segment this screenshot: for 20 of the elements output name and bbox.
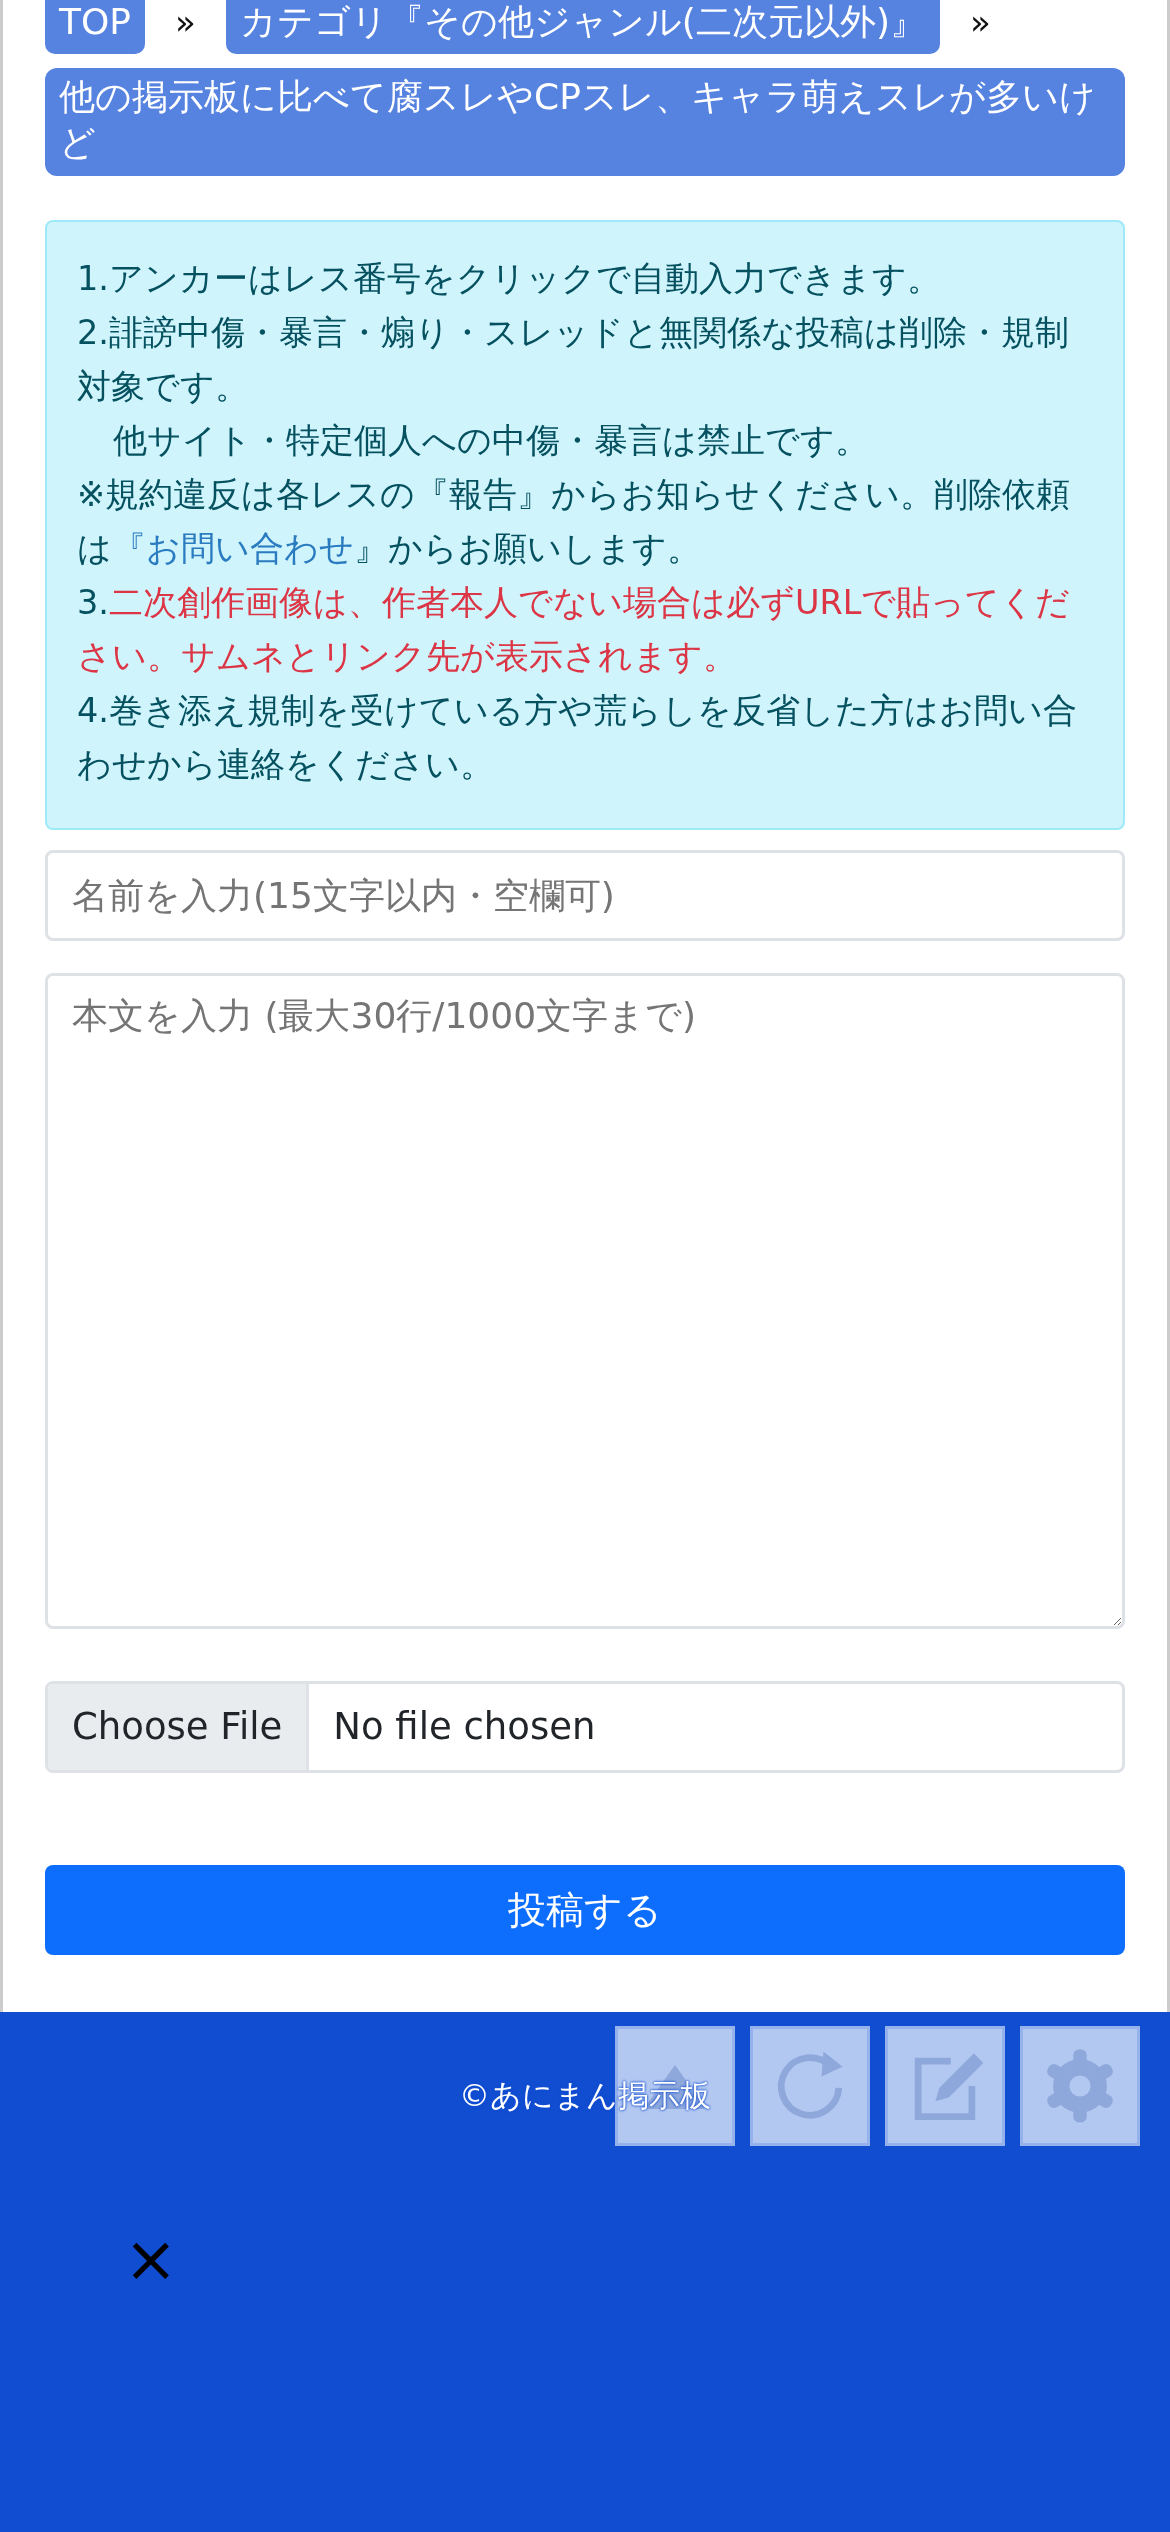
name-input-field[interactable]: 名前を入力(15文字以内・空欄可) bbox=[45, 850, 1125, 941]
submit-button[interactable]: 投稿する bbox=[45, 1865, 1125, 1955]
notice-text: 他サイト・特定個人への中傷・暴言は禁止です。 bbox=[112, 420, 870, 462]
notice-text: 4.巻き添え規制を受けている方や荒らしを反省した方はお問い合わせから連絡をください。 bbox=[77, 690, 1078, 786]
contact-link[interactable]: 『お問い合わせ bbox=[112, 529, 354, 568]
thread-title: 他の掲示板に比べて腐スレやCPスレ、キャラ萌えスレが多いけど bbox=[45, 68, 1125, 176]
breadcrumb-separator: » bbox=[174, 0, 197, 44]
notice-text: 3.二次創作画像は、作者本人でない場合は必ずURLで貼ってください。サムネとリンク先が表示されます。 bbox=[77, 582, 1072, 678]
breadcrumb-separator: » bbox=[968, 0, 992, 44]
notice-text: 2.誹謗中傷・暴言・煽り・スレッドと無関係な投稿は削除・規制対象です。 bbox=[77, 312, 1070, 408]
close-button[interactable]: × bbox=[124, 2227, 178, 2291]
message-input-field[interactable]: 本文を入力 (最大30行/1000文字まで) bbox=[45, 973, 1125, 1629]
breadcrumb-link[interactable]: TOP bbox=[45, 0, 146, 54]
floating-button[interactable] bbox=[885, 2026, 1005, 2146]
floating-button[interactable] bbox=[750, 2026, 870, 2146]
file-picker[interactable]: Choose File No file chosen bbox=[45, 1681, 1125, 1773]
notice-text: ※規約違反は各レスの『報告』からお知らせください。削除依頼は『お問い合わせ』からお願いします。 bbox=[77, 474, 1072, 570]
floating-button[interactable] bbox=[1020, 2026, 1140, 2146]
breadcrumb-link[interactable]: カテゴリ『その他ジャンル(二次元以外)』 bbox=[225, 0, 940, 54]
notice-text: 1.アンカーはレス番号をクリックで自動入力できます。 bbox=[77, 258, 942, 300]
